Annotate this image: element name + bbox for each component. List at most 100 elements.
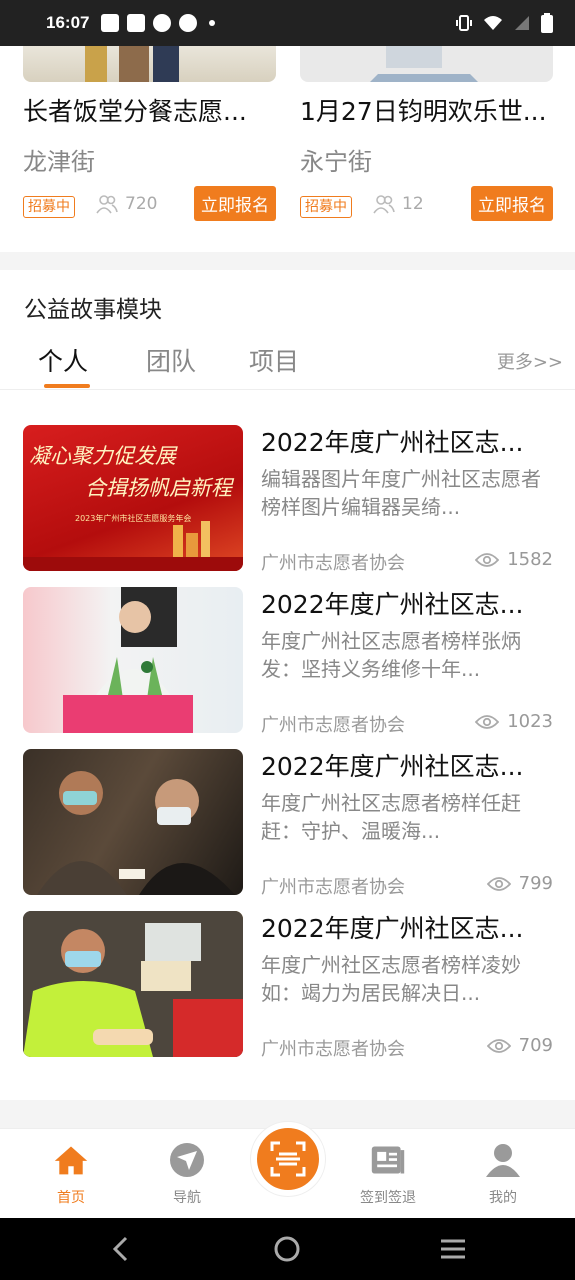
- mail-icon: [101, 14, 120, 32]
- mail-icon: [127, 14, 146, 32]
- story-thumbnail: 凝心聚力促发展 合揖扬帆启新程 2023年广州市社区志愿服务年会: [23, 425, 243, 571]
- wifi-icon: [484, 16, 502, 30]
- activity-image: [300, 46, 553, 82]
- eye-icon: [486, 876, 511, 891]
- section-title: 公益故事模块: [24, 297, 162, 323]
- story-summary: 编辑器图片年度广州社区志愿者榜样图片编辑器吴绮...: [261, 467, 541, 519]
- nav-label: 导航: [173, 1190, 201, 1206]
- story-title: 2022年度广州社区志...: [261, 914, 524, 943]
- story-thumbnail: [23, 749, 243, 895]
- story-organization: 广州市志愿者协会: [261, 1039, 405, 1060]
- activity-list: 长者饭堂分餐志愿... 龙津街 招募中 720 立即报名 1月27日钧明欢乐世.…: [0, 46, 575, 252]
- checkin-icon: [371, 1146, 405, 1174]
- story-image: [23, 911, 243, 1057]
- participant-count: 720: [95, 194, 157, 214]
- nav-label: 签到签退: [360, 1190, 416, 1206]
- notification-icons: [101, 14, 216, 32]
- thumb-caption: 2023年广州市社区志愿服务年会: [75, 513, 191, 523]
- participant-count: 12: [372, 194, 424, 214]
- people-icon: [96, 195, 118, 214]
- more-dot-icon: [209, 20, 216, 26]
- system-navigation: [0, 1218, 575, 1280]
- active-tab-indicator: [44, 384, 90, 388]
- view-count: 1582: [475, 549, 553, 570]
- tab-team[interactable]: 团队: [146, 342, 196, 378]
- people-icon: [373, 195, 395, 214]
- tab-project[interactable]: 项目: [249, 342, 299, 378]
- view-count: 709: [486, 1035, 553, 1056]
- signup-button[interactable]: 立即报名: [471, 186, 553, 221]
- nav-checkin[interactable]: 签到签退: [348, 1143, 428, 1207]
- story-tabs: 个人 团队 项目 更多>>: [0, 340, 575, 390]
- home-circle-icon[interactable]: [272, 1234, 302, 1264]
- activity-photo: [370, 46, 478, 82]
- navigation-icon: [170, 1143, 204, 1177]
- back-icon[interactable]: [106, 1234, 136, 1264]
- nav-home[interactable]: 首页: [31, 1143, 111, 1207]
- story-title: 2022年度广州社区志...: [261, 590, 524, 619]
- recents-icon[interactable]: [438, 1234, 468, 1264]
- recruiting-badge: 招募中: [23, 196, 75, 218]
- home-icon: [54, 1146, 88, 1175]
- participant-count-value: 12: [402, 194, 424, 214]
- nav-profile[interactable]: 我的: [463, 1143, 543, 1207]
- vibrate-icon: [456, 15, 472, 31]
- story-thumbnail: [23, 911, 243, 1057]
- activity-title: 长者饭堂分餐志愿...: [23, 97, 247, 126]
- story-item[interactable]: 2022年度广州社区志... 年度广州社区志愿者榜样张炳发：坚持义务维修十年..…: [23, 587, 553, 736]
- thumb-slogan-2: 合揖扬帆启新程: [85, 476, 235, 500]
- view-count-value: 709: [518, 1035, 553, 1056]
- activity-card[interactable]: 1月27日钧明欢乐世... 永宁街 招募中 12 立即报名: [300, 46, 553, 221]
- story-item[interactable]: 凝心聚力促发展 合揖扬帆启新程 2023年广州市社区志愿服务年会 2022年度广…: [23, 425, 553, 574]
- story-image: 凝心聚力促发展 合揖扬帆启新程 2023年广州市社区志愿服务年会: [23, 444, 243, 571]
- check-icon: [153, 14, 172, 32]
- activity-image: [23, 46, 276, 82]
- story-module: 公益故事模块 个人 团队 项目 更多>> 凝心聚力促发展 合揖扬帆启新程 202…: [0, 270, 575, 1100]
- story-organization: 广州市志愿者协会: [261, 877, 405, 898]
- story-item[interactable]: 2022年度广州社区志... 年度广州社区志愿者榜样任赶赶：守护、温暖海... …: [23, 749, 553, 898]
- participant-count-value: 720: [125, 194, 158, 214]
- story-organization: 广州市志愿者协会: [261, 715, 405, 736]
- profile-icon: [486, 1144, 520, 1177]
- story-thumbnail: [23, 587, 243, 733]
- activity-meta: 招募中 12 立即报名: [300, 186, 553, 221]
- view-count: 1023: [475, 711, 553, 732]
- recruiting-badge: 招募中: [300, 196, 352, 218]
- eye-icon: [475, 552, 500, 567]
- story-organization: 广州市志愿者协会: [261, 553, 405, 574]
- nav-label: 我的: [489, 1190, 517, 1206]
- activity-street: 永宁街: [300, 148, 372, 176]
- status-time: 16:07: [46, 13, 90, 32]
- story-summary: 年度广州社区志愿者榜样凌妙如：竭力为居民解决日...: [261, 953, 521, 1005]
- activity-street: 龙津街: [23, 148, 95, 176]
- scan-button[interactable]: [251, 1122, 325, 1196]
- view-count-value: 1023: [507, 711, 553, 732]
- story-summary: 年度广州社区志愿者榜样张炳发：坚持义务维修十年...: [261, 629, 521, 681]
- nav-label: 首页: [57, 1190, 85, 1206]
- story-summary: 年度广州社区志愿者榜样任赶赶：守护、温暖海...: [261, 791, 521, 843]
- more-link[interactable]: 更多>>: [497, 348, 563, 374]
- scan-icon: [270, 1141, 306, 1177]
- story-item[interactable]: 2022年度广州社区志... 年度广州社区志愿者榜样凌妙如：竭力为居民解决日..…: [23, 911, 553, 1060]
- status-bar: 16:07: [0, 0, 575, 46]
- battery-icon: [541, 13, 553, 33]
- activity-card[interactable]: 长者饭堂分餐志愿... 龙津街 招募中 720 立即报名: [23, 46, 276, 221]
- block-icon: [179, 14, 198, 32]
- system-status-icons: [455, 13, 553, 33]
- view-count-value: 1582: [507, 549, 553, 570]
- activity-meta: 招募中 720 立即报名: [23, 186, 276, 221]
- eye-icon: [475, 714, 500, 729]
- story-title: 2022年度广州社区志...: [261, 752, 524, 781]
- eye-icon: [486, 1038, 511, 1053]
- activity-title: 1月27日钧明欢乐世...: [300, 97, 547, 126]
- view-count: 799: [486, 873, 553, 894]
- thumb-slogan-1: 凝心聚力促发展: [29, 444, 178, 468]
- signup-button[interactable]: 立即报名: [194, 186, 276, 221]
- view-count-value: 799: [518, 873, 553, 894]
- story-title: 2022年度广州社区志...: [261, 428, 524, 457]
- nav-navigation[interactable]: 导航: [147, 1143, 227, 1207]
- tab-individual[interactable]: 个人: [38, 342, 88, 378]
- story-image: [37, 771, 235, 895]
- activity-photo: [85, 46, 179, 82]
- signal-icon: [515, 16, 529, 30]
